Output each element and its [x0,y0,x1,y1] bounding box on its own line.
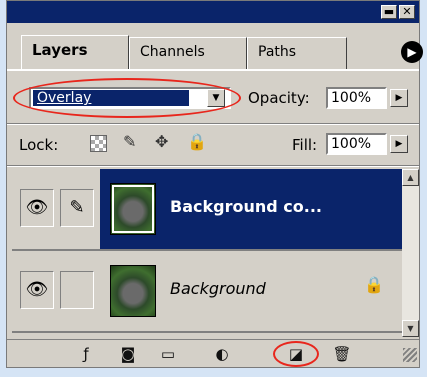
eye-icon[interactable]: 👁 [20,189,54,227]
layers-list: 👁 ✎ Background co... 👁 Background 🔒 [12,169,402,337]
opacity-field[interactable]: 100% [326,87,387,109]
tab-divider [7,69,419,71]
brush-link-icon[interactable]: ✎ [60,189,94,227]
link-slot[interactable] [60,271,94,309]
panel-menu-arrow-icon[interactable]: ▶ [401,41,423,63]
minimize-button[interactable]: ▬ [381,5,397,19]
trash-icon[interactable]: 🗑 [331,345,353,363]
lock-label: Lock: [19,136,59,154]
palette-title-bar[interactable]: ▬ ✕ [7,1,419,23]
tab-paths[interactable]: Paths [247,37,347,69]
fill-arrow-icon[interactable]: ▶ [390,135,408,153]
highlight-ring-new-layer [273,341,319,367]
fill-label: Fill: [292,136,318,154]
lock-move-icon[interactable]: ✥ [155,132,168,151]
tab-layers-label: Layers [32,41,88,59]
layer-mask-icon[interactable]: ◙ [117,345,139,363]
tab-channels[interactable]: Channels [129,37,247,69]
fill-field[interactable]: 100% [326,133,387,155]
resize-grip-icon[interactable] [403,348,417,362]
tab-layers[interactable]: Layers [21,35,129,69]
opacity-arrow-icon[interactable]: ▶ [390,89,408,107]
highlight-ring-blend [13,78,241,118]
eye-icon[interactable]: 👁 [20,271,54,309]
separator [7,123,419,125]
layer-lock-icon: 🔒 [364,275,384,294]
scrollbar[interactable]: ▲ ▼ [402,169,419,337]
layer-name: Background [170,279,266,298]
row-divider [12,331,402,333]
layer-thumbnail [110,265,156,317]
scroll-up-icon[interactable]: ▲ [402,169,419,186]
tab-paths-label: Paths [258,44,297,60]
separator [7,165,419,167]
lock-paint-icon[interactable]: ✎ [123,132,136,151]
opacity-label: Opacity: [248,89,310,107]
layer-row[interactable]: 👁 ✎ Background co... [12,169,402,249]
lock-transparency-icon[interactable] [90,135,107,152]
palette-toolbar: ƒ ◙ ▭ ◐ ◪ 🗑 [7,339,419,367]
layer-thumbnail [110,183,156,235]
layers-palette: ▬ ✕ Layers Channels Paths ▶ Overlay ▼ Op… [6,0,423,368]
close-button[interactable]: ✕ [399,5,415,19]
layer-row[interactable]: 👁 Background 🔒 [12,251,402,331]
tab-channels-label: Channels [140,44,205,60]
layer-name: Background co... [170,197,322,216]
lock-all-icon[interactable]: 🔒 [187,132,207,151]
scroll-down-icon[interactable]: ▼ [402,320,419,337]
frame-bottom [0,368,427,377]
new-set-icon[interactable]: ▭ [157,345,179,363]
layer-style-icon[interactable]: ƒ [75,345,97,363]
adjustment-layer-icon[interactable]: ◐ [211,345,233,363]
